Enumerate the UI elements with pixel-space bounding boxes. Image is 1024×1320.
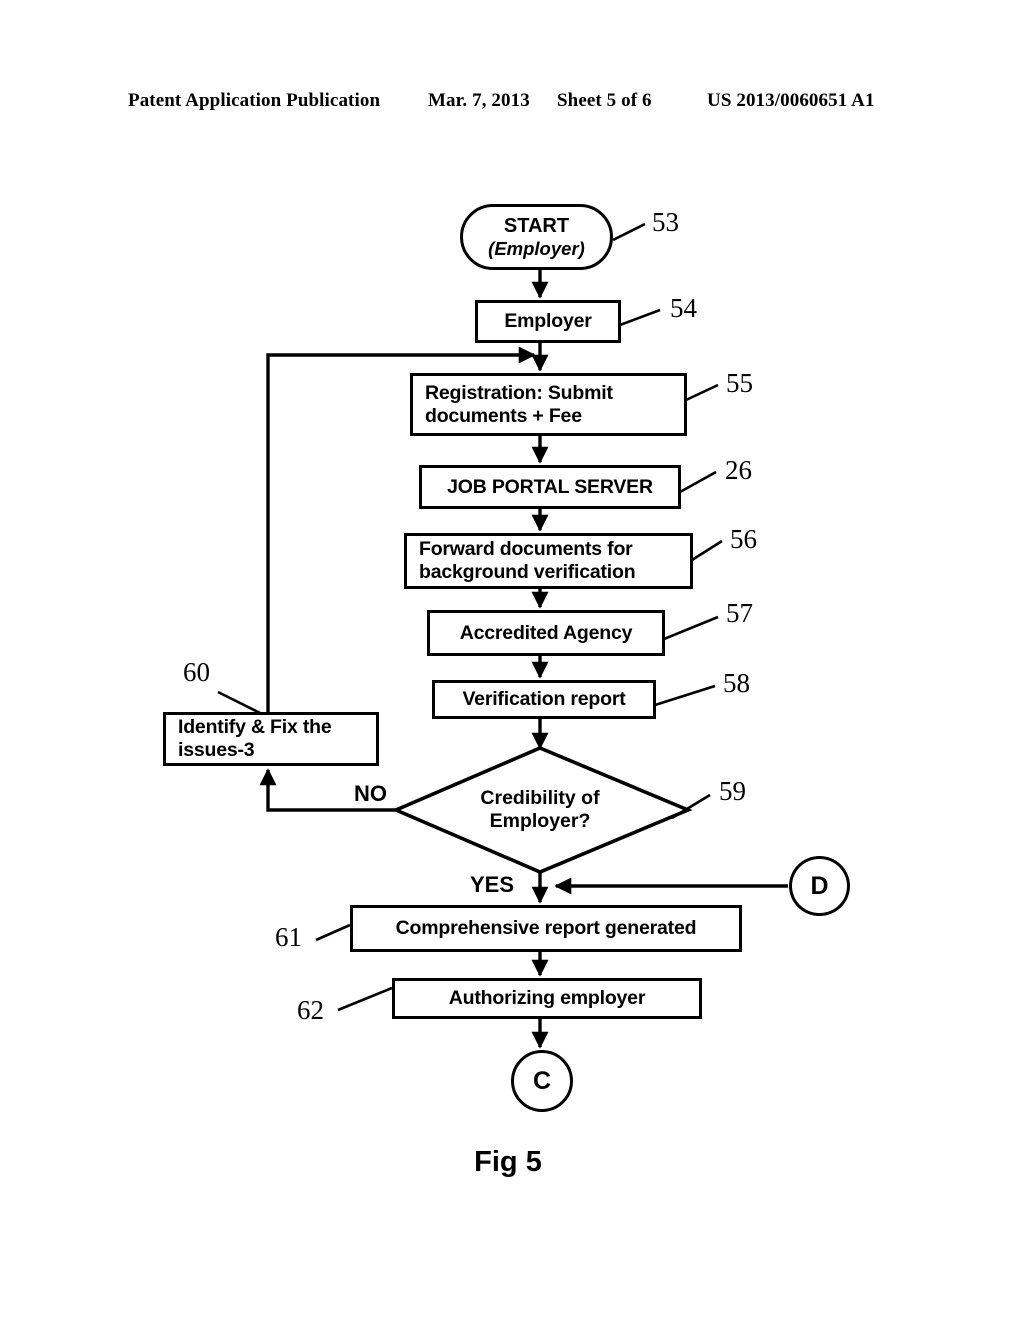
node-start[interactable]: START (Employer)	[460, 204, 613, 270]
refnum-61: 61	[275, 922, 302, 952]
node-identify-fix-issues-label: Identify & Fix the issues-3	[178, 716, 332, 761]
leader-line-61	[315, 923, 351, 942]
refnum-56: 56	[730, 524, 757, 554]
leader-line-57	[663, 615, 719, 641]
node-employer[interactable]: Employer	[475, 300, 621, 343]
node-comprehensive-report[interactable]: Comprehensive report generated	[350, 905, 742, 952]
node-identify-fix-issues[interactable]: Identify & Fix the issues-3	[163, 712, 379, 766]
node-accredited-agency-label: Accredited Agency	[459, 621, 633, 644]
refnum-26: 26	[725, 455, 752, 485]
refnum-58: 58	[723, 668, 750, 698]
branch-label-yes: YES	[470, 872, 515, 897]
refnum-60: 60	[183, 657, 210, 687]
leader-line-53	[612, 222, 646, 242]
leader-line-58	[654, 684, 716, 707]
leader-line-54	[619, 308, 661, 327]
node-connector-c-label: C	[532, 1066, 552, 1095]
refnum-53: 53	[652, 207, 679, 237]
node-registration[interactable]: Registration: Submit documents + Fee	[410, 373, 687, 436]
refnum-57: 57	[726, 598, 753, 628]
node-start-sublabel: (Employer)	[488, 237, 585, 259]
node-credibility-decision[interactable]: Credibility of Employer?	[452, 780, 628, 840]
flowchart-connectors	[217, 222, 788, 1049]
node-employer-label: Employer	[504, 310, 592, 332]
node-verification-report[interactable]: Verification report	[432, 680, 656, 719]
leader-line-56	[691, 539, 723, 562]
node-accredited-agency[interactable]: Accredited Agency	[427, 610, 665, 656]
node-job-portal-server[interactable]: JOB PORTAL SERVER	[419, 465, 681, 509]
node-authorizing-employer-label: Authorizing employer	[448, 987, 646, 1009]
leader-line-62	[337, 986, 393, 1012]
node-verification-report-label: Verification report	[462, 688, 626, 710]
leader-line-26	[679, 470, 717, 494]
node-forward-documents[interactable]: Forward documents for background verific…	[404, 533, 693, 589]
refnum-54: 54	[670, 293, 697, 323]
node-comprehensive-report-label: Comprehensive report generated	[395, 917, 697, 939]
node-start-label: START	[503, 214, 570, 237]
node-connector-d-label: D	[810, 871, 829, 900]
node-job-portal-server-label: JOB PORTAL SERVER	[447, 475, 653, 498]
leader-line-55	[685, 383, 719, 402]
node-authorizing-employer[interactable]: Authorizing employer	[392, 978, 702, 1019]
node-registration-label: Registration: Submit documents + Fee	[425, 381, 613, 427]
refnum-59: 59	[719, 776, 746, 806]
refnum-62: 62	[297, 995, 324, 1025]
flowchart-figure: START (Employer) 53 Employer 54 Registra…	[0, 0, 1024, 1320]
node-forward-documents-label: Forward documents for background verific…	[419, 538, 636, 583]
branch-label-no: NO	[354, 781, 387, 806]
node-credibility-decision-label: Credibility of Employer?	[480, 786, 600, 832]
node-connector-d[interactable]: D	[789, 856, 850, 916]
figure-caption-label: Fig 5	[474, 1146, 542, 1178]
node-connector-c[interactable]: C	[511, 1050, 573, 1112]
leader-line-59	[671, 793, 711, 820]
figure-caption: Fig 5	[0, 1146, 1024, 1179]
refnum-55: 55	[726, 368, 753, 398]
